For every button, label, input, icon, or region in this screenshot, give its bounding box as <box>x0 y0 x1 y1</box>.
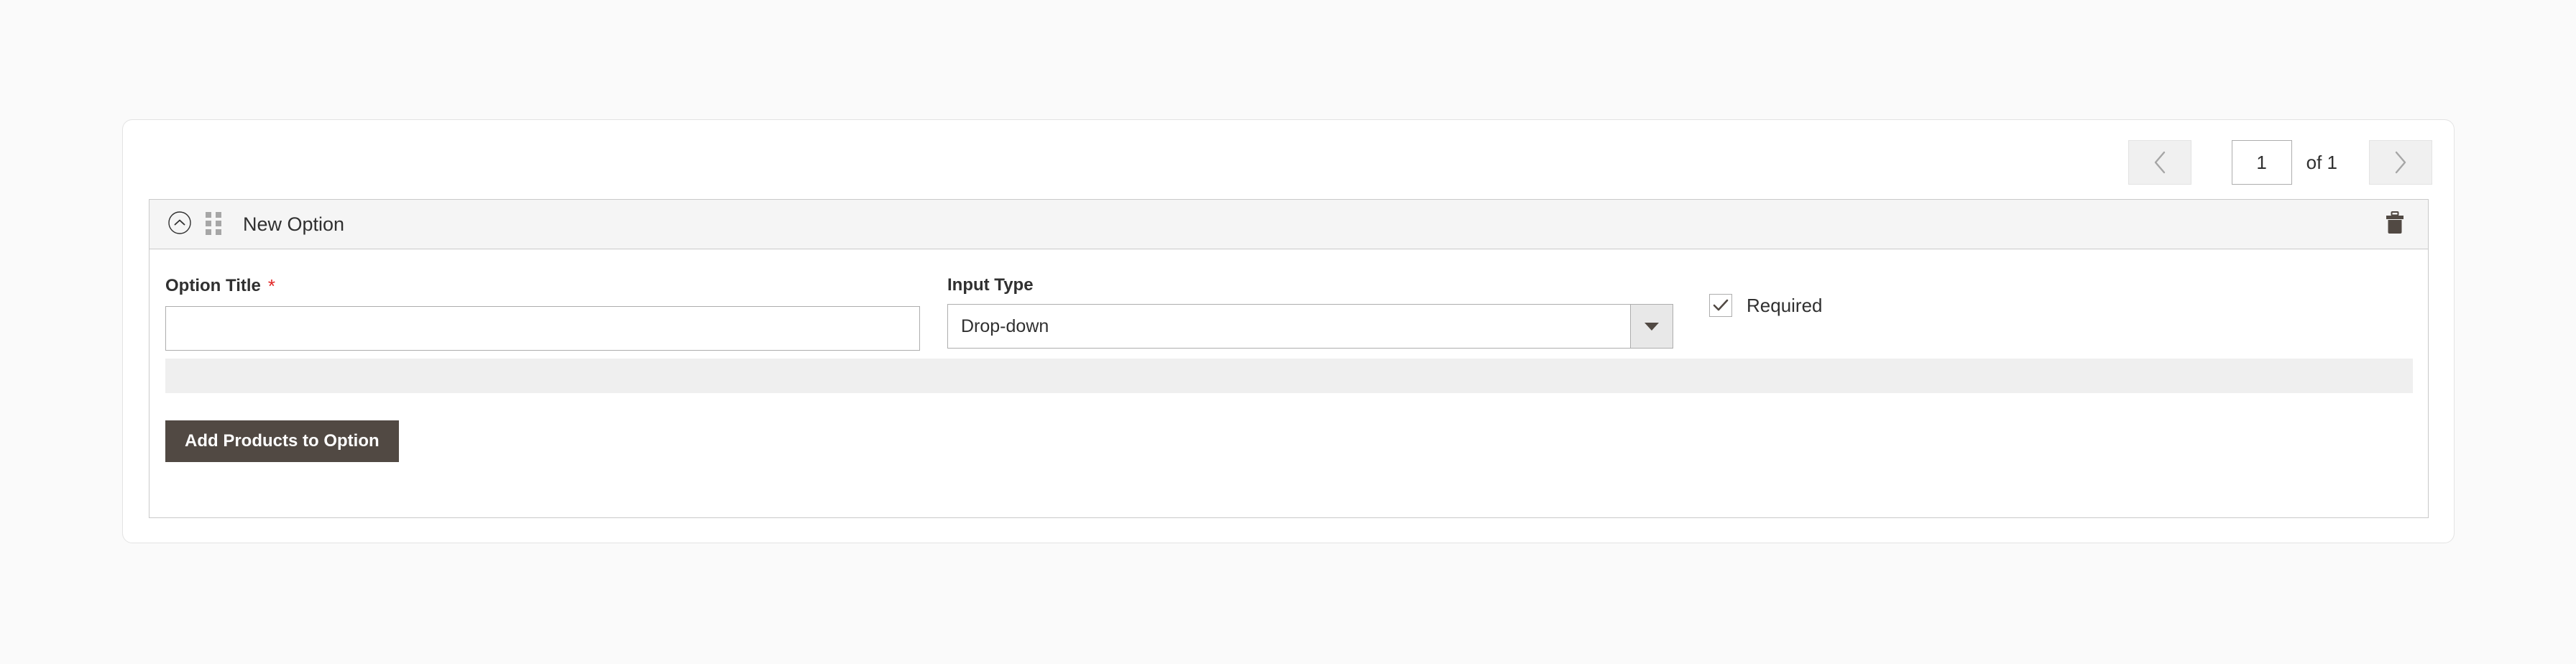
pagination-next-button[interactable] <box>2369 140 2432 185</box>
option-title-label: Option Title * <box>165 275 920 298</box>
input-type-selected-value: Drop-down <box>961 315 1049 336</box>
required-asterisk: * <box>267 275 276 297</box>
chevron-down-icon[interactable] <box>1630 305 1673 348</box>
input-type-label: Input Type <box>947 275 1034 295</box>
pagination-total-label: of 1 <box>2306 152 2337 173</box>
products-grid-header-strip <box>165 359 2413 393</box>
chevron-up-circle-icon <box>167 211 192 239</box>
required-checkbox-label: Required <box>1747 294 1823 316</box>
chevron-right-icon <box>2393 150 2409 175</box>
collapse-toggle-button[interactable] <box>167 211 193 237</box>
pagination-previous-button[interactable] <box>2128 140 2191 185</box>
required-field-group: Required <box>1709 294 1823 317</box>
bundle-option-body: Option Title * Input Type Drop-down Requ… <box>150 249 2428 518</box>
chevron-left-icon <box>2152 150 2168 175</box>
delete-option-button[interactable] <box>2379 208 2411 240</box>
input-type-field-group: Input Type Drop-down <box>947 275 1673 349</box>
input-type-select[interactable]: Drop-down <box>947 304 1673 349</box>
option-header-title: New Option <box>243 213 345 235</box>
option-title-label-text: Option Title <box>165 276 261 295</box>
bundle-option-panel: New Option Option Title * Input Type Dro… <box>149 199 2429 518</box>
add-products-to-option-button[interactable]: Add Products to Option <box>165 420 399 462</box>
pagination-toolbar: of 1 <box>2128 140 2432 185</box>
option-title-input[interactable] <box>165 306 920 351</box>
bundle-option-header: New Option <box>150 200 2428 249</box>
pagination-page-input[interactable] <box>2231 140 2292 185</box>
drag-handle-icon[interactable] <box>206 212 221 236</box>
check-icon <box>1713 299 1729 312</box>
required-checkbox[interactable] <box>1709 294 1732 317</box>
bundle-items-card: of 1 New Option <box>122 119 2455 543</box>
option-title-field-group: Option Title * <box>165 275 920 351</box>
trash-icon <box>2384 211 2406 239</box>
